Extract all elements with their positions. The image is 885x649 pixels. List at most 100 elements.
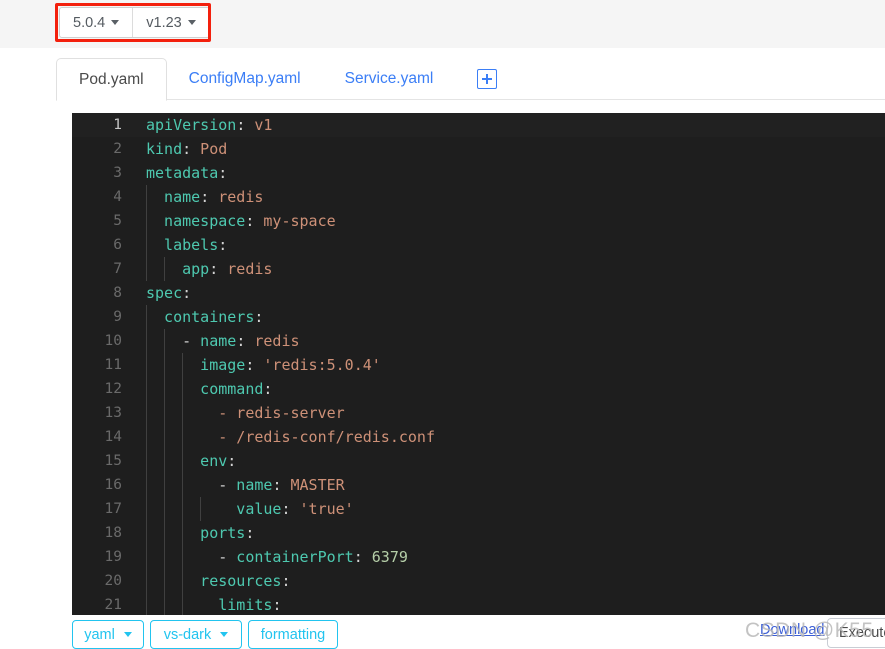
download-link[interactable]: Download [760, 622, 825, 638]
code-line-text: - name: MASTER [140, 473, 885, 497]
code-line[interactable]: 19 - containerPort: 6379 [72, 545, 885, 569]
indent-guide [164, 353, 166, 377]
code-line[interactable]: 15 env: [72, 449, 885, 473]
code-token: containers [146, 308, 255, 326]
indent-guide [182, 425, 184, 449]
theme-select[interactable]: vs-dark [150, 620, 242, 649]
code-token: : [272, 596, 282, 614]
code-line-text: env: [140, 449, 885, 473]
indent-guide [182, 377, 184, 401]
line-number: 16 [104, 477, 122, 493]
line-number: 4 [113, 189, 122, 205]
code-token: namespace [146, 212, 246, 230]
indent-guide [164, 545, 166, 569]
indent-guide [146, 497, 147, 521]
code-line[interactable]: 11 image: 'redis:5.0.4' [72, 353, 885, 377]
code-editor[interactable]: 1 apiVersion: v1 2 kind: Pod 3 metadata: 4 nam… [72, 113, 885, 615]
code-line[interactable]: 14 - /redis-conf/redis.conf [72, 425, 885, 449]
indent-guide [182, 521, 184, 545]
tab-configmap-yaml[interactable]: ConfigMap.yaml [167, 58, 323, 100]
tab-pod-yaml[interactable]: Pod.yaml [56, 58, 167, 101]
indent-guide [146, 569, 147, 593]
code-token: - [146, 548, 228, 566]
code-line-text: ports: [140, 521, 885, 545]
formatting-button-label: formatting [260, 626, 326, 643]
line-number: 14 [104, 429, 122, 445]
code-line[interactable]: 7 app: redis [72, 257, 885, 281]
code-line[interactable]: 18 ports: [72, 521, 885, 545]
tab-service-yaml[interactable]: Service.yaml [323, 58, 456, 100]
line-number: 19 [104, 549, 122, 565]
code-line-text: image: 'redis:5.0.4' [140, 353, 885, 377]
code-token: - /redis-conf/redis.conf [146, 428, 435, 446]
indent-guide [146, 473, 147, 497]
formatting-button[interactable]: formatting [248, 620, 338, 649]
code-line-text: labels: [140, 233, 885, 257]
version-button-image[interactable]: 5.0.4 [60, 8, 133, 37]
indent-guide [164, 425, 166, 449]
code-token: : [182, 140, 192, 158]
code-line[interactable]: 16 - name: MASTER [72, 473, 885, 497]
code-line[interactable]: 5 namespace: my-space [72, 209, 885, 233]
code-token: : [209, 260, 219, 278]
code-line[interactable]: 9 containers: [72, 305, 885, 329]
indent-guide [164, 593, 166, 615]
code-token: apiVersion [146, 116, 237, 134]
language-select[interactable]: yaml [72, 620, 144, 649]
line-number: 2 [113, 141, 122, 157]
indent-guide [164, 521, 166, 545]
language-select-label: yaml [84, 626, 115, 643]
line-number: 5 [113, 213, 122, 229]
version-button-kubernetes[interactable]: v1.23 [132, 8, 209, 37]
code-line[interactable]: 12 command: [72, 377, 885, 401]
code-token: value [146, 500, 282, 518]
code-token: name [191, 332, 237, 350]
indent-guide [164, 497, 166, 521]
code-token: 6379 [362, 548, 408, 566]
code-token: : [236, 332, 246, 350]
code-line[interactable]: 8 spec: [72, 281, 885, 305]
code-line-text: namespace: my-space [140, 209, 885, 233]
code-token: - redis-server [146, 404, 345, 422]
theme-select-label: vs-dark [163, 626, 212, 643]
code-line[interactable]: 2 kind: Pod [72, 137, 885, 161]
code-line-text: kind: Pod [140, 137, 885, 161]
code-token: v1 [245, 116, 273, 134]
indent-guide [182, 401, 184, 425]
execute-button[interactable]: Execute [827, 618, 885, 648]
code-line[interactable]: 1 apiVersion: v1 [72, 113, 885, 137]
indent-guide [182, 497, 184, 521]
indent-guide [146, 329, 147, 353]
line-number: 10 [104, 333, 122, 349]
indent-guide [146, 377, 147, 401]
code-line[interactable]: 17 value: 'true' [72, 497, 885, 521]
code-token: env [146, 452, 228, 470]
code-line[interactable]: 4 name: redis [72, 185, 885, 209]
code-line-text: value: 'true' [140, 497, 885, 521]
line-number: 20 [104, 573, 122, 589]
version-selector-group: 5.0.4 v1.23 [59, 7, 210, 38]
line-number: 1 [113, 117, 122, 133]
code-line-text: metadata: [140, 161, 885, 185]
chevron-down-icon [123, 632, 132, 637]
code-token: kind [146, 140, 183, 158]
line-number: 21 [104, 597, 122, 613]
indent-guide [182, 353, 184, 377]
code-line[interactable]: 6 labels: [72, 233, 885, 257]
line-number: 13 [104, 405, 122, 421]
code-token: my-space [254, 212, 336, 230]
code-line[interactable]: 21 limits: [72, 593, 885, 615]
plus-icon[interactable] [477, 69, 498, 89]
indent-guide [146, 209, 147, 233]
code-token: : [245, 524, 255, 542]
code-line[interactable]: 10 - name: redis [72, 329, 885, 353]
code-line[interactable]: 13 - redis-server [72, 401, 885, 425]
indent-guide [146, 305, 147, 329]
code-token: labels [146, 236, 219, 254]
code-line[interactable]: 3 metadata: [72, 161, 885, 185]
code-line-text: limits: [140, 593, 885, 615]
code-line[interactable]: 20 resources: [72, 569, 885, 593]
code-token: : [281, 500, 291, 518]
indent-guide [164, 329, 166, 353]
tab-service-yaml-label: Service.yaml [344, 70, 434, 87]
